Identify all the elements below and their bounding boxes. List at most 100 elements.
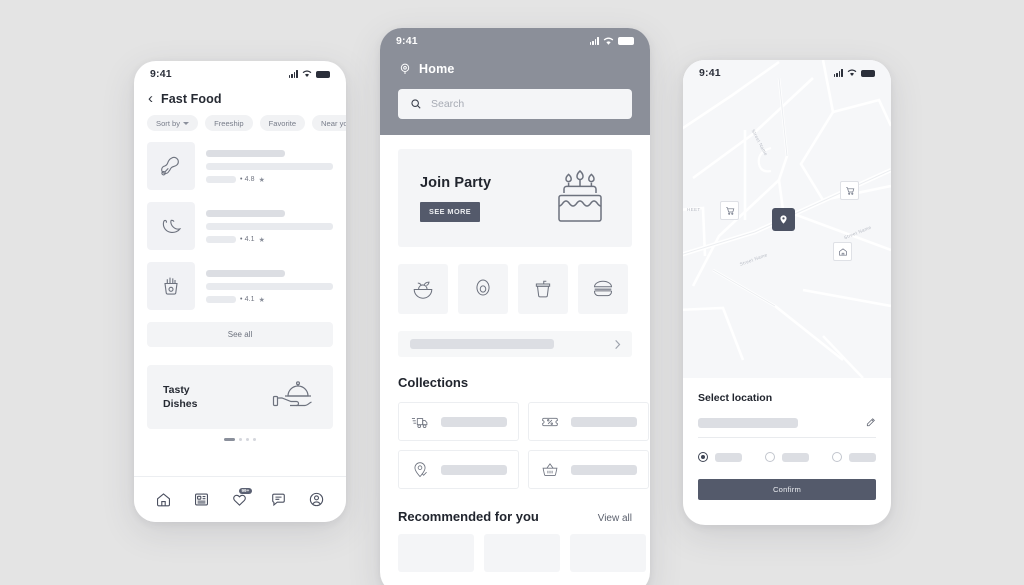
item-subtitle-skeleton bbox=[206, 162, 333, 170]
confirm-button[interactable]: Confirm bbox=[698, 479, 876, 500]
item-title-skeleton bbox=[206, 149, 285, 157]
shop-marker[interactable] bbox=[840, 181, 859, 200]
cellular-signal-icon bbox=[589, 37, 599, 45]
collection-label-skeleton bbox=[441, 464, 507, 475]
item-rating: • 4.1 bbox=[240, 296, 255, 303]
collection-delivery[interactable] bbox=[398, 402, 519, 441]
carousel-dot-active[interactable] bbox=[224, 438, 235, 442]
serving-tray-hand-icon bbox=[272, 381, 312, 407]
recommended-card[interactable] bbox=[484, 534, 560, 572]
phone-map-screen: HEET Street Name Street Name Street Name bbox=[683, 60, 891, 525]
status-time: 9:41 bbox=[396, 35, 418, 47]
tab-favorites[interactable]: 99+ bbox=[227, 487, 253, 513]
carousel-dot[interactable] bbox=[253, 438, 256, 442]
home-marker[interactable] bbox=[833, 242, 852, 261]
join-party-banner[interactable]: Join Party SEE MORE bbox=[398, 149, 632, 247]
status-bar: 9:41 bbox=[134, 61, 346, 87]
chip-sort-by[interactable]: Sort by bbox=[147, 115, 199, 131]
tab-profile[interactable] bbox=[304, 487, 330, 513]
item-thumbnail bbox=[147, 202, 195, 250]
chip-freeship[interactable]: Freeship bbox=[205, 115, 253, 131]
location-options bbox=[698, 452, 876, 462]
collection-discount[interactable] bbox=[528, 402, 649, 441]
recommended-header: Recommended for you View all bbox=[398, 509, 632, 524]
category-burger[interactable] bbox=[578, 264, 628, 314]
search-input[interactable]: Search bbox=[398, 89, 632, 119]
status-icons bbox=[589, 37, 634, 46]
home-content: Join Party SEE MORE Collections Recommen… bbox=[380, 135, 650, 572]
recommended-card[interactable] bbox=[398, 534, 474, 572]
star-icon: ★ bbox=[258, 296, 265, 304]
category-drink[interactable] bbox=[518, 264, 568, 314]
burger-icon bbox=[593, 280, 613, 297]
item-text: • 4.1 ★ bbox=[206, 269, 333, 304]
status-bar: 9:41 bbox=[380, 28, 650, 54]
status-icons bbox=[288, 70, 330, 78]
view-all-link[interactable]: View all bbox=[598, 513, 632, 524]
phone-home-screen: 9:41 Home Search Join Party SEE MORE Col… bbox=[380, 28, 650, 585]
option-label-skeleton bbox=[715, 452, 742, 462]
radio[interactable] bbox=[765, 452, 775, 462]
collection-location[interactable] bbox=[398, 450, 519, 489]
chevron-down-icon bbox=[183, 121, 190, 125]
page-title: Fast Food bbox=[161, 91, 222, 106]
chip-label: Sort by bbox=[156, 118, 181, 128]
tab-chat[interactable] bbox=[265, 487, 291, 513]
carousel-dots[interactable] bbox=[134, 438, 346, 442]
map-view[interactable]: HEET Street Name Street Name Street Name bbox=[683, 60, 891, 378]
location-option-1[interactable] bbox=[698, 452, 742, 462]
pencil-edit-icon[interactable] bbox=[865, 417, 876, 428]
carousel-dot[interactable] bbox=[246, 438, 249, 442]
birthday-cake-icon bbox=[558, 170, 602, 222]
bottom-tab-bar: 99+ bbox=[134, 476, 346, 522]
promo-row-skeleton bbox=[410, 339, 555, 349]
location-option-3[interactable] bbox=[832, 452, 876, 462]
search-placeholder: Search bbox=[431, 98, 465, 110]
address-field[interactable] bbox=[698, 417, 876, 438]
search-icon bbox=[411, 99, 421, 109]
category-avocado[interactable] bbox=[458, 264, 508, 314]
location-option-2[interactable] bbox=[765, 452, 809, 462]
radio[interactable] bbox=[832, 452, 842, 462]
promo-card[interactable]: Tasty Dishes bbox=[147, 365, 333, 429]
screenshot-canvas: 9:41 ‹ Fast Food Sort by Freeship Favori… bbox=[0, 0, 1024, 585]
selected-location-marker[interactable] bbox=[772, 208, 795, 231]
promo-row[interactable] bbox=[398, 331, 632, 357]
collection-basket[interactable] bbox=[528, 450, 649, 489]
category-salad[interactable] bbox=[398, 264, 448, 314]
status-time: 9:41 bbox=[150, 68, 172, 80]
category-row bbox=[398, 264, 632, 314]
chicken-drumstick-icon bbox=[161, 156, 179, 176]
item-title-skeleton bbox=[206, 209, 285, 217]
wifi-icon bbox=[302, 70, 312, 77]
list-item[interactable]: • 4.1 ★ bbox=[147, 202, 333, 250]
item-title-skeleton bbox=[206, 269, 285, 277]
collections-heading: Collections bbox=[398, 375, 469, 390]
list-item[interactable]: • 4.1 ★ bbox=[147, 262, 333, 310]
carousel-dot[interactable] bbox=[239, 438, 242, 442]
back-icon[interactable]: ‹ bbox=[148, 91, 153, 106]
pin-check-icon bbox=[414, 461, 427, 477]
navigation-bar: ‹ Fast Food bbox=[134, 87, 346, 115]
chip-near-you[interactable]: Near you bbox=[312, 115, 346, 131]
shop-marker[interactable] bbox=[720, 201, 739, 220]
chip-favorite[interactable]: Favorite bbox=[259, 115, 306, 131]
shopping-basket-icon bbox=[542, 462, 558, 476]
house-icon bbox=[838, 247, 847, 256]
profile-icon bbox=[310, 492, 324, 507]
item-subtitle-skeleton bbox=[206, 282, 333, 290]
location-selector[interactable]: Home bbox=[380, 54, 650, 89]
home-icon bbox=[156, 493, 170, 507]
promo-title-line2: Dishes bbox=[163, 398, 198, 410]
chevron-right-icon bbox=[615, 339, 621, 349]
see-more-button[interactable]: SEE MORE bbox=[420, 201, 481, 222]
radio-selected[interactable] bbox=[698, 452, 708, 462]
delivery-truck-icon bbox=[411, 417, 428, 428]
recommended-card[interactable] bbox=[570, 534, 646, 572]
list-item[interactable]: • 4.8 ★ bbox=[147, 142, 333, 190]
location-pin-icon bbox=[780, 215, 787, 224]
see-all-button[interactable]: See all bbox=[147, 322, 333, 347]
tab-home[interactable] bbox=[150, 487, 176, 513]
discount-ticket-icon bbox=[542, 417, 558, 426]
tab-news[interactable] bbox=[189, 487, 215, 513]
